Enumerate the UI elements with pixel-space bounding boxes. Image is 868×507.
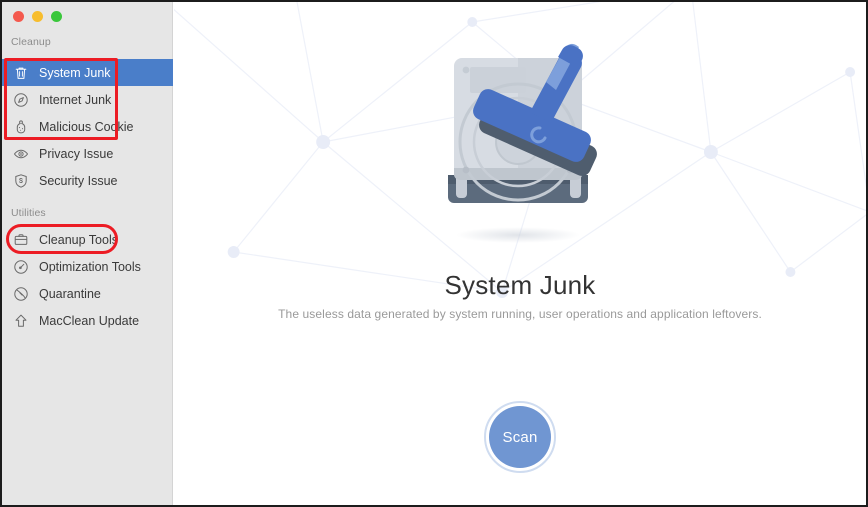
page-title: System Junk: [444, 270, 596, 300]
trash-icon: [13, 65, 29, 81]
sidebar-item-cleanup-tools[interactable]: Cleanup Tools: [2, 226, 173, 253]
sidebar-item-optimization-tools[interactable]: Optimization Tools: [2, 253, 173, 280]
app-window: Cleanup System Junk Internet Junk Malici…: [0, 0, 868, 507]
cookie-icon: [13, 119, 29, 135]
scan-button-label: Scan: [489, 406, 551, 468]
sidebar-item-internet-junk[interactable]: Internet Junk: [2, 86, 173, 113]
compass-icon: [13, 92, 29, 108]
speedometer-icon: [13, 259, 29, 275]
sidebar-item-privacy-issue[interactable]: Privacy Issue: [2, 140, 173, 167]
main-content: System Junk The useless data generated b…: [174, 2, 866, 505]
sidebar-item-label: MacClean Update: [39, 313, 140, 328]
scan-button[interactable]: Scan: [484, 401, 556, 473]
sidebar-item-system-junk[interactable]: System Junk: [2, 59, 173, 86]
sidebar-item-label: Cleanup Tools: [39, 232, 118, 247]
sidebar-item-label: Optimization Tools: [39, 259, 141, 274]
eye-icon: [13, 146, 29, 162]
close-window-button[interactable]: [13, 11, 24, 22]
sidebar: Cleanup System Junk Internet Junk Malici…: [2, 2, 173, 505]
sidebar-item-label: Malicious Cookie: [39, 119, 134, 134]
sidebar-item-label: Security Issue: [39, 173, 118, 188]
sidebar-item-label: Privacy Issue: [39, 146, 114, 161]
sidebar-item-security-issue[interactable]: Security Issue: [2, 167, 173, 194]
sidebar-item-quarantine[interactable]: Quarantine: [2, 280, 173, 307]
hard-drive-with-squeegee-illustration: [448, 43, 597, 243]
no-entry-icon: [13, 286, 29, 302]
sidebar-item-malicious-cookie[interactable]: Malicious Cookie: [2, 113, 173, 140]
shield-icon: [13, 173, 29, 189]
sidebar-group-label-cleanup: Cleanup: [11, 36, 51, 48]
sidebar-item-label: System Junk: [39, 65, 111, 80]
maximize-window-button[interactable]: [51, 11, 62, 22]
sidebar-group-label-utilities: Utilities: [11, 207, 46, 219]
sidebar-item-label: Internet Junk: [39, 92, 112, 107]
page-description: The useless data generated by system run…: [278, 307, 762, 321]
up-arrow-icon: [13, 313, 29, 329]
traffic-lights: [13, 11, 62, 22]
toolbox-icon: [13, 232, 29, 248]
minimize-window-button[interactable]: [32, 11, 43, 22]
sidebar-item-label: Quarantine: [39, 286, 101, 301]
sidebar-item-macclean-update[interactable]: MacClean Update: [2, 307, 173, 334]
